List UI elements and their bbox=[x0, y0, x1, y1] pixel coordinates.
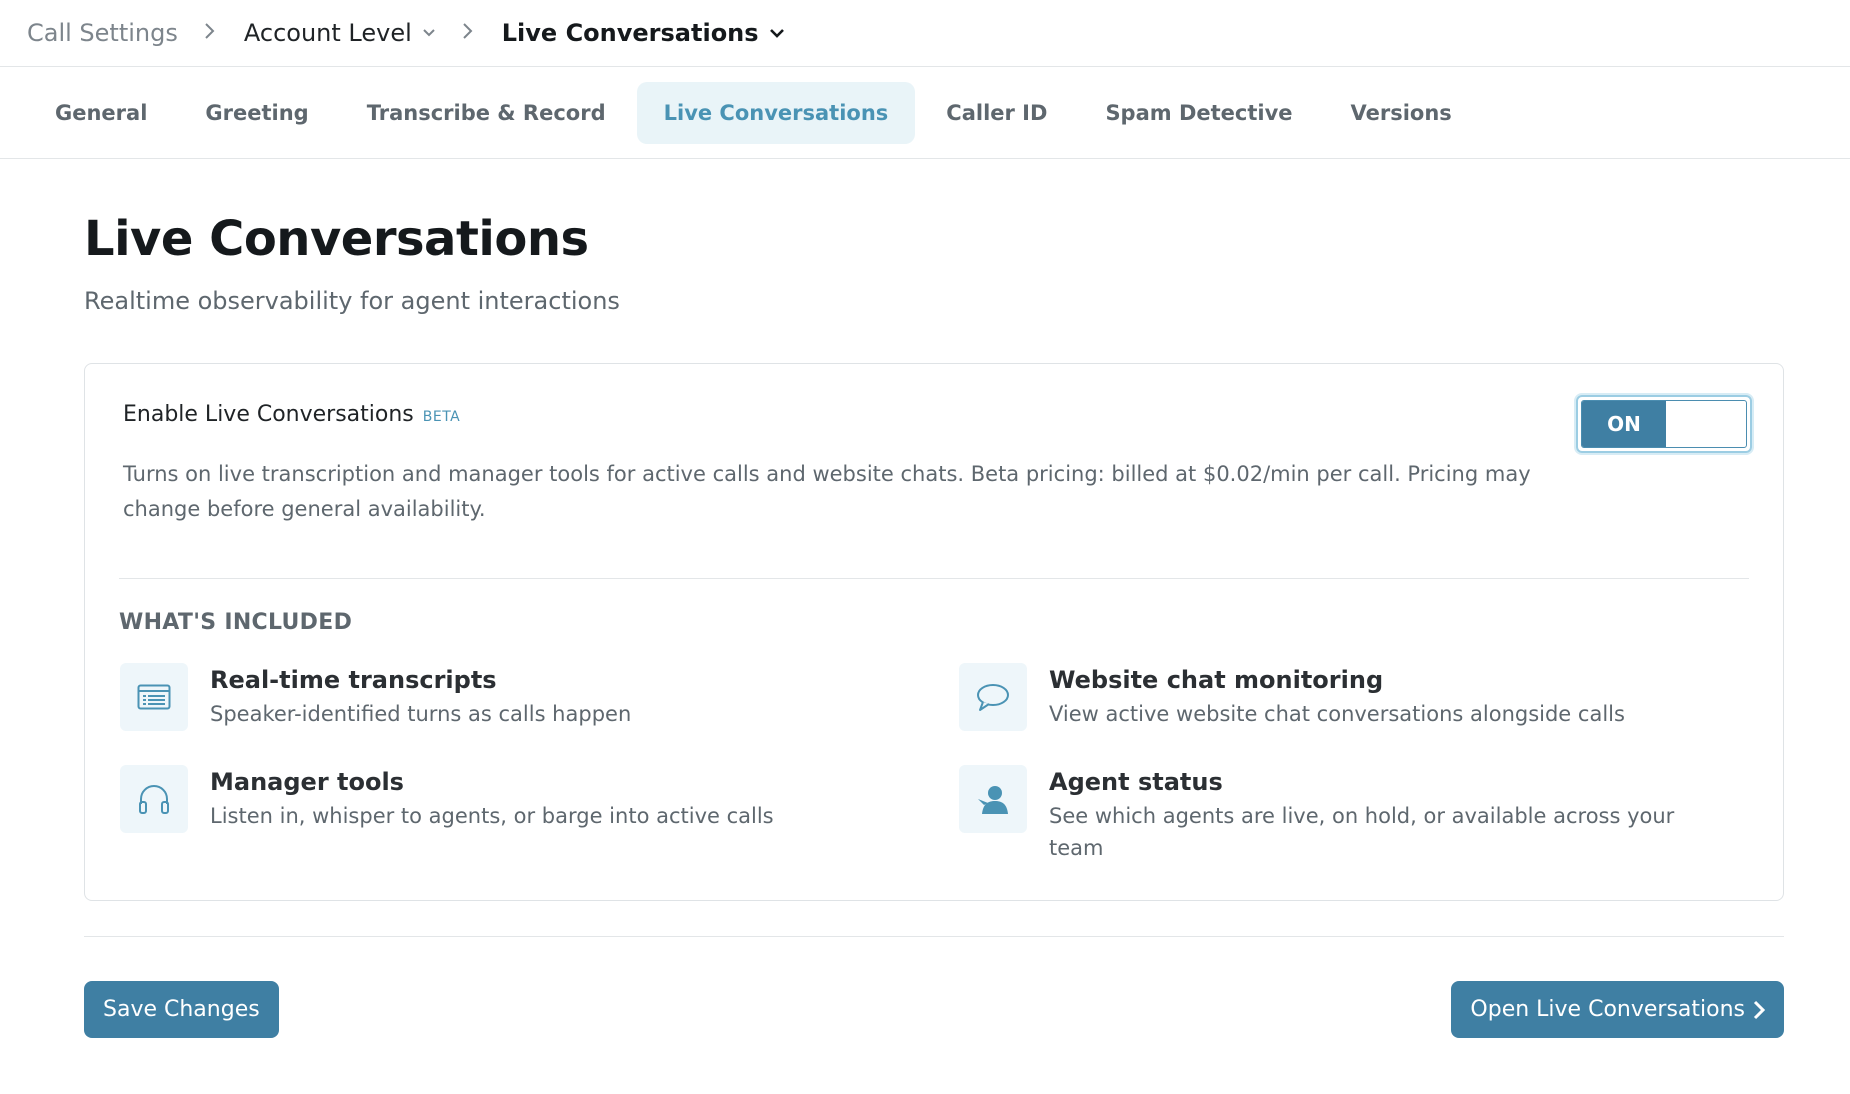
feature-desc: Listen in, whisper to agents, or barge i… bbox=[210, 804, 774, 828]
tab-general[interactable]: General bbox=[28, 82, 174, 144]
main-content: Live Conversations Realtime observabilit… bbox=[0, 211, 1850, 315]
feature-title: Real-time transcripts bbox=[210, 666, 497, 694]
chevron-right-icon bbox=[1753, 1000, 1765, 1020]
feature-title: Agent status bbox=[1049, 768, 1223, 796]
feature-desc: Speaker-identified turns as calls happen bbox=[210, 702, 632, 726]
toggle-track: ON bbox=[1581, 400, 1747, 448]
settings-tabs: General Greeting Transcribe & Record Liv… bbox=[0, 67, 1850, 159]
breadcrumb-current-label: Live Conversations bbox=[501, 19, 759, 47]
feature-text: Real-time transcripts Speaker-identified… bbox=[210, 663, 631, 731]
beta-badge: BETA bbox=[422, 409, 461, 425]
save-changes-button[interactable]: Save Changes bbox=[84, 981, 279, 1038]
breadcrumb-account-level-label: Account Level bbox=[243, 19, 412, 47]
feature-title: Manager tools bbox=[210, 768, 404, 796]
feature-manager-tools: Manager tools Listen in, whisper to agen… bbox=[120, 765, 774, 833]
feature-realtime-transcripts: Real-time transcripts Speaker-identified… bbox=[120, 663, 631, 731]
tab-caller-id[interactable]: Caller ID bbox=[919, 82, 1074, 144]
tab-transcribe-record[interactable]: Transcribe & Record bbox=[340, 82, 633, 144]
feature-agent-status: Agent status See which agents are live, … bbox=[959, 765, 1729, 864]
feature-text: Website chat monitoring View active webs… bbox=[1049, 663, 1625, 731]
feature-text: Manager tools Listen in, whisper to agen… bbox=[210, 765, 774, 833]
tab-spam-detective[interactable]: Spam Detective bbox=[1078, 82, 1319, 144]
breadcrumb: Call Settings Account Level Live Convers… bbox=[0, 0, 1850, 67]
page-subtitle: Realtime observability for agent interac… bbox=[84, 287, 620, 315]
toggle-on-label: ON bbox=[1582, 401, 1666, 447]
chat-bubble-icon bbox=[959, 663, 1027, 731]
headphones-icon bbox=[120, 765, 188, 833]
breadcrumb-current-page[interactable]: Live Conversations bbox=[502, 19, 785, 47]
feature-desc: View active website chat conversations a… bbox=[1049, 702, 1625, 726]
open-live-conversations-label: Open Live Conversations bbox=[1470, 997, 1745, 1022]
divider bbox=[119, 578, 1749, 579]
enable-label: Enable Live Conversations bbox=[123, 402, 414, 427]
live-conversations-card: Enable Live Conversations BETA Turns on … bbox=[84, 363, 1784, 901]
feature-desc: See which agents are live, on hold, or a… bbox=[1049, 804, 1675, 860]
agent-user-icon bbox=[959, 765, 1027, 833]
whats-included-heading: WHAT'S INCLUDED bbox=[119, 610, 353, 635]
feature-title: Website chat monitoring bbox=[1049, 666, 1384, 694]
save-changes-label: Save Changes bbox=[103, 997, 260, 1022]
tab-versions[interactable]: Versions bbox=[1324, 82, 1479, 144]
enable-description: Turns on live transcription and manager … bbox=[123, 462, 1531, 521]
footer-divider bbox=[84, 936, 1784, 937]
chevron-down-icon bbox=[422, 28, 436, 38]
tab-live-conversations[interactable]: Live Conversations bbox=[636, 81, 916, 144]
breadcrumb-call-settings[interactable]: Call Settings bbox=[27, 19, 178, 47]
transcript-icon bbox=[120, 663, 188, 731]
enable-header: Enable Live Conversations BETA bbox=[123, 402, 460, 427]
chevron-right-icon bbox=[462, 21, 474, 46]
feature-website-chat-monitoring: Website chat monitoring View active webs… bbox=[959, 663, 1625, 731]
feature-text: Agent status See which agents are live, … bbox=[1049, 765, 1729, 864]
breadcrumb-account-level[interactable]: Account Level bbox=[244, 19, 436, 47]
open-live-conversations-button[interactable]: Open Live Conversations bbox=[1451, 981, 1784, 1038]
chevron-down-icon bbox=[769, 28, 785, 39]
tab-greeting[interactable]: Greeting bbox=[178, 82, 335, 144]
chevron-right-icon bbox=[204, 21, 216, 46]
page-title: Live Conversations bbox=[84, 211, 589, 267]
enable-toggle[interactable]: ON bbox=[1576, 395, 1752, 453]
